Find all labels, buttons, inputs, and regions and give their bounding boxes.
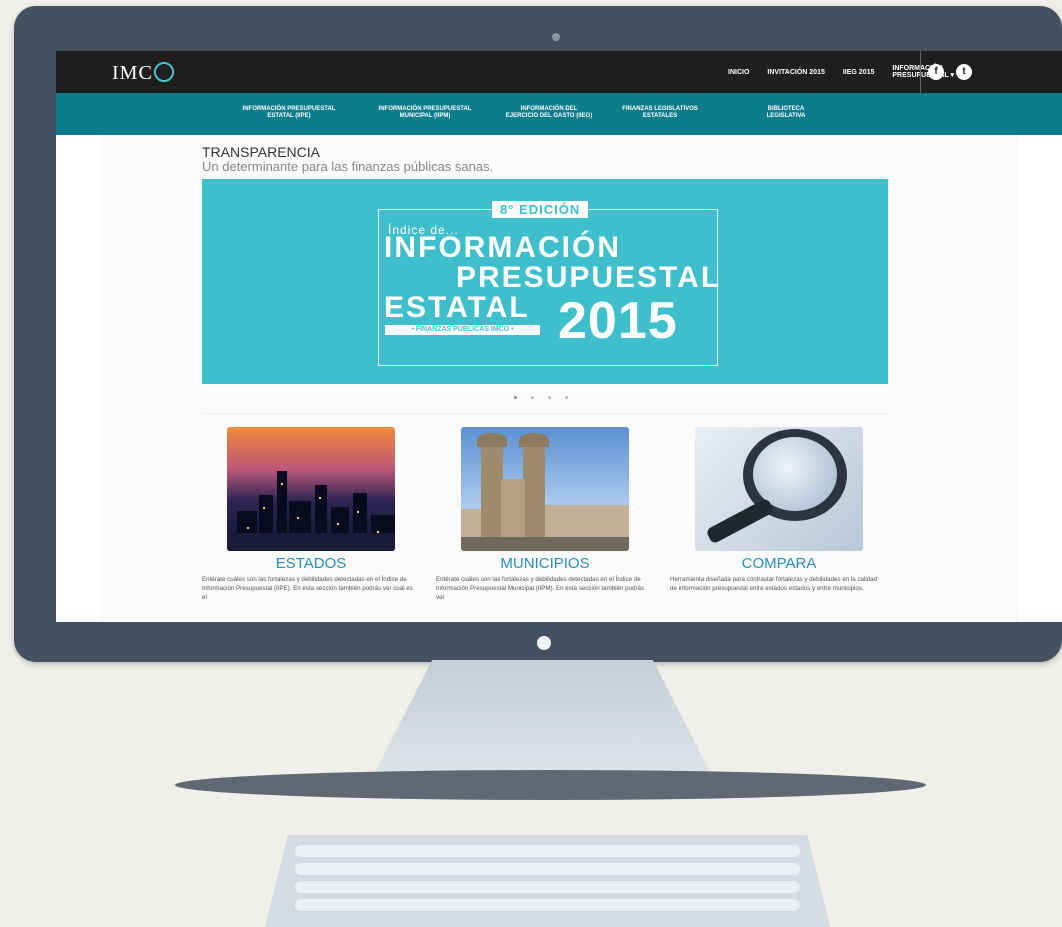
carousel-dot[interactable] — [548, 396, 551, 399]
compara-title[interactable]: COMPARA — [679, 555, 879, 572]
power-button[interactable] — [537, 636, 551, 650]
page-subtitle: Un determinante para las finanzas públic… — [202, 159, 494, 174]
estados-image[interactable] — [227, 427, 395, 551]
nav-link-invitacion[interactable]: INVITACIÓN 2015 — [767, 69, 824, 76]
nav-link-informacion-presupuestal[interactable]: INFORMACIÓN PRESUPUESTAL ▾ — [892, 65, 954, 79]
estados-description: Entérate cuáles son las fortalezas y deb… — [202, 576, 413, 601]
subnav-item-iipe[interactable]: INFORMACIÓN PRESUPUESTAL ESTATAL (IIPE) — [234, 106, 344, 120]
nav-link-inicio[interactable]: INICIO — [728, 69, 749, 76]
banner-line3: ESTATAL — [384, 291, 530, 324]
municipios-image[interactable] — [461, 427, 629, 551]
municipios-title[interactable]: MUNICIPIOS — [445, 555, 645, 572]
compara-description: Herramienta diseñada para contrastar for… — [670, 576, 878, 592]
monitor-screen: IMC INICIO INVITACIÓN 2015 IIEG 2015 INF… — [56, 51, 1062, 622]
keyboard-row — [295, 863, 800, 875]
carousel-dot[interactable] — [514, 396, 517, 399]
top-navbar: IMC INICIO INVITACIÓN 2015 IIEG 2015 INF… — [56, 51, 1062, 93]
section-divider — [202, 413, 888, 414]
estados-title[interactable]: ESTADOS — [211, 555, 411, 572]
keyboard-row — [295, 845, 800, 857]
keyboard-row — [295, 899, 800, 911]
nav-divider — [920, 51, 921, 93]
facebook-icon[interactable]: f — [928, 64, 944, 80]
carousel-dot[interactable] — [565, 396, 568, 399]
hero-banner[interactable]: 8° EDICIÓN Índice de... INFORMACIÓN PRES… — [202, 179, 888, 384]
subnav-item-biblioteca[interactable]: BIBLIOTECA LEGISLATIVA — [746, 106, 826, 120]
banner-line1: INFORMACIÓN — [384, 231, 621, 264]
banner-tag: • FINANZAS PÚBLICAS IMCO • — [385, 325, 540, 335]
twitter-icon[interactable]: t — [956, 64, 972, 80]
monitor-stand-neck — [370, 660, 715, 782]
keyboard-row — [295, 881, 800, 893]
logo-globe-icon — [153, 62, 174, 82]
banner-edition: 8° EDICIÓN — [492, 201, 589, 218]
nav-link-iieg[interactable]: IIEG 2015 — [843, 69, 875, 76]
compara-image[interactable] — [695, 427, 863, 551]
banner-line2: PRESUPUESTAL — [456, 261, 722, 294]
page-title: TRANSPARENCIA — [202, 144, 320, 160]
banner-year: 2015 — [558, 292, 678, 350]
subnav-item-iieg[interactable]: INFORMACIÓN DEL EJERCICIO DEL GASTO (IIE… — [494, 106, 604, 120]
monitor-stand-base — [175, 770, 926, 800]
carousel-dot[interactable] — [531, 396, 534, 399]
municipios-description: Entérate cuáles son las fortalezas y deb… — [436, 576, 645, 601]
logo-text: IMC — [112, 62, 153, 84]
subnav-item-finanzas[interactable]: FINANZAS LEGISLATIVOS ESTATALES — [612, 106, 708, 120]
keyboard — [265, 835, 830, 927]
camera-dot — [552, 33, 560, 41]
subnav-item-iipm[interactable]: INFORMACIÓN PRESUPUESTAL MUNICIPAL (IIPM… — [370, 106, 480, 120]
carousel-dots — [514, 396, 568, 399]
section-nav: INFORMACIÓN PRESUPUESTAL ESTATAL (IIPE) … — [56, 93, 1062, 135]
site-logo[interactable]: IMC — [112, 62, 174, 85]
